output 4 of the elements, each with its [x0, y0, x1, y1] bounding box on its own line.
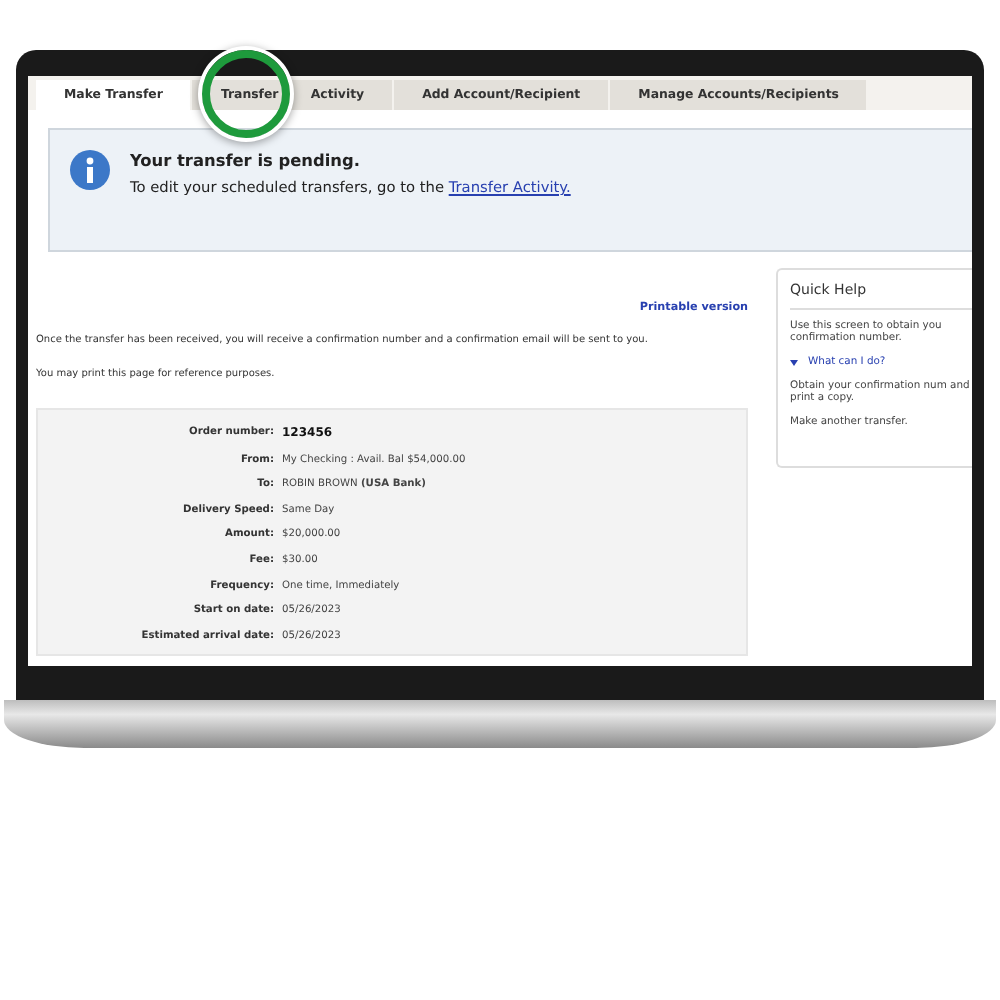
caret-icon — [790, 359, 799, 365]
highlight-ring — [202, 50, 291, 138]
info-icon — [70, 150, 110, 190]
notice-title: Your transfer is pending. — [130, 150, 362, 170]
